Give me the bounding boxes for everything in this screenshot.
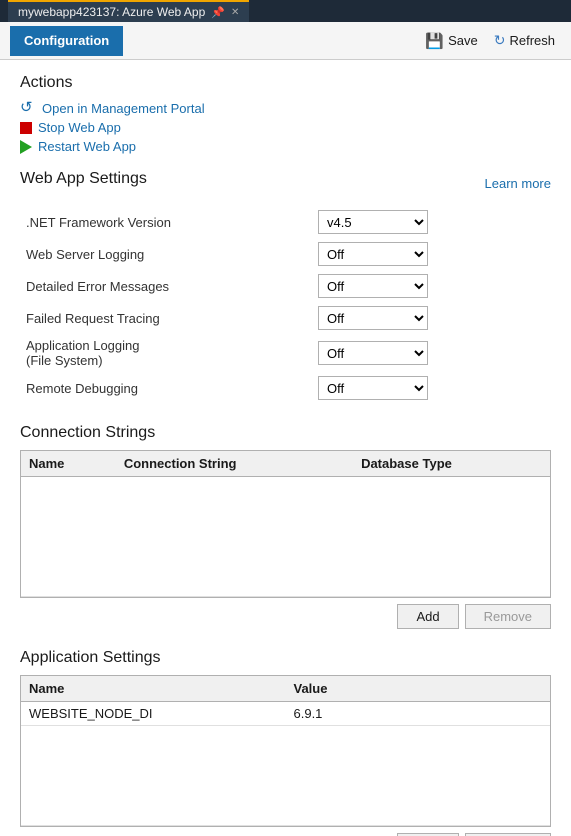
settings-label: Remote Debugging: [20, 372, 312, 404]
conn-add-button[interactable]: Add: [397, 604, 458, 629]
stop-icon: [20, 122, 32, 134]
save-icon: 💾: [425, 32, 444, 50]
close-icon[interactable]: ✕: [231, 7, 239, 18]
refresh-label: Refresh: [509, 33, 555, 48]
col-dbtype-header: Database Type: [353, 451, 550, 477]
toolbar: Configuration 💾 Save ↻ Refresh: [0, 22, 571, 60]
app-col-value-header: Value: [286, 676, 551, 702]
settings-value-cell: Off: [312, 238, 551, 270]
settings-select[interactable]: Off: [318, 341, 428, 365]
config-tab[interactable]: Configuration: [10, 26, 123, 56]
settings-select[interactable]: Off: [318, 376, 428, 400]
app-settings-table: Name Value WEBSITE_NODE_DI 6.9.1: [21, 676, 550, 826]
restart-app-link[interactable]: Restart Web App: [20, 139, 551, 154]
conn-remove-button[interactable]: Remove: [465, 604, 551, 629]
settings-label: Failed Request Tracing: [20, 302, 312, 334]
settings-row: Failed Request TracingOff: [20, 302, 551, 334]
settings-select[interactable]: v4.5: [318, 210, 428, 234]
settings-row: Application Logging (File System)Off: [20, 334, 551, 372]
settings-select[interactable]: Off: [318, 274, 428, 298]
refresh-button[interactable]: ↻ Refresh: [488, 29, 561, 52]
conn-strings-table-container: Name Connection String Database Type: [20, 450, 551, 598]
settings-row: Web Server LoggingOff: [20, 238, 551, 270]
open-portal-label: Open in Management Portal: [42, 101, 205, 116]
config-tab-label: Configuration: [24, 33, 109, 48]
settings-label: Application Logging (File System): [20, 334, 312, 372]
webapp-settings-section: Web App Settings Learn more .NET Framewo…: [20, 170, 551, 404]
settings-header: Web App Settings Learn more: [20, 170, 551, 196]
col-connstr-header: Connection String: [116, 451, 353, 477]
conn-strings-section: Connection Strings Name Connection Strin…: [20, 424, 551, 629]
settings-value-cell: Off: [312, 270, 551, 302]
title-tab-label: mywebapp423137: Azure Web App: [18, 5, 205, 19]
settings-label: .NET Framework Version: [20, 206, 312, 238]
conn-strings-table: Name Connection String Database Type: [21, 451, 550, 597]
settings-select[interactable]: Off: [318, 242, 428, 266]
main-content: Actions ↺ Open in Management Portal Stop…: [0, 60, 571, 836]
app-setting-value: 6.9.1: [286, 702, 551, 726]
app-col-name-header: Name: [21, 676, 286, 702]
title-tab[interactable]: mywebapp423137: Azure Web App 📌 ✕: [8, 0, 249, 22]
app-setting-name: WEBSITE_NODE_DI: [21, 702, 286, 726]
settings-select[interactable]: Off: [318, 306, 428, 330]
col-name-header: Name: [21, 451, 116, 477]
settings-row: Remote DebuggingOff: [20, 372, 551, 404]
save-label: Save: [448, 33, 478, 48]
restart-app-label: Restart Web App: [38, 139, 136, 154]
settings-row: Detailed Error MessagesOff: [20, 270, 551, 302]
open-portal-link[interactable]: ↺ Open in Management Portal: [20, 100, 551, 116]
title-bar: mywebapp423137: Azure Web App 📌 ✕: [0, 0, 571, 22]
app-empty-rows: [21, 726, 550, 826]
table-row: WEBSITE_NODE_DI 6.9.1: [21, 702, 550, 726]
actions-section: Actions ↺ Open in Management Portal Stop…: [20, 74, 551, 154]
settings-label: Detailed Error Messages: [20, 270, 312, 302]
learn-more-link[interactable]: Learn more: [485, 176, 551, 191]
pin-icon: 📌: [211, 6, 225, 19]
app-settings-section: Application Settings Name Value WEBSITE_…: [20, 649, 551, 836]
restart-icon: [20, 140, 32, 154]
app-settings-table-container: Name Value WEBSITE_NODE_DI 6.9.1: [20, 675, 551, 827]
settings-row: .NET Framework Versionv4.5: [20, 206, 551, 238]
conn-strings-actions: Add Remove: [20, 604, 551, 629]
settings-value-cell: Off: [312, 372, 551, 404]
settings-value-cell: v4.5: [312, 206, 551, 238]
webapp-settings-title: Web App Settings: [20, 170, 147, 188]
settings-table: .NET Framework Versionv4.5Web Server Log…: [20, 206, 551, 404]
stop-app-link[interactable]: Stop Web App: [20, 120, 551, 135]
refresh-icon: ↻: [494, 32, 506, 49]
settings-label: Web Server Logging: [20, 238, 312, 270]
settings-value-cell: Off: [312, 334, 551, 372]
save-button[interactable]: 💾 Save: [419, 29, 483, 53]
conn-strings-title: Connection Strings: [20, 424, 551, 442]
portal-icon: ↺: [20, 100, 36, 116]
actions-title: Actions: [20, 74, 551, 92]
settings-value-cell: Off: [312, 302, 551, 334]
app-settings-title: Application Settings: [20, 649, 551, 667]
stop-app-label: Stop Web App: [38, 120, 121, 135]
conn-empty-row: [21, 477, 550, 597]
